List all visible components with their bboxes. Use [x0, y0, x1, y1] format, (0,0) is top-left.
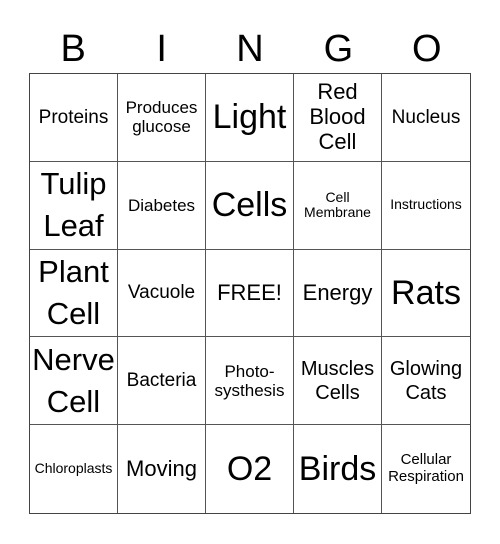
bingo-cell[interactable]: Muscles Cells: [294, 337, 382, 426]
header-letter-b: B: [60, 28, 86, 70]
bingo-cell[interactable]: Photo-systhesis: [206, 337, 294, 426]
bingo-cell[interactable]: Red Blood Cell: [294, 74, 382, 162]
header-letter-o: O: [412, 28, 442, 70]
header-letter-g: G: [323, 28, 354, 70]
bingo-cell[interactable]: Instructions: [382, 162, 470, 250]
bingo-cell[interactable]: Tulip Leaf: [30, 161, 118, 250]
bingo-cell[interactable]: Glowing Cats: [382, 337, 470, 426]
bingo-cell[interactable]: Bacteria: [118, 337, 206, 426]
bingo-cell[interactable]: Plant Cell: [30, 249, 118, 338]
bingo-cell[interactable]: Moving: [118, 425, 206, 513]
bingo-cell[interactable]: Cells: [206, 161, 294, 250]
header-letter-i: I: [156, 28, 167, 70]
free-space-cell[interactable]: FREE!: [206, 249, 294, 338]
bingo-cell[interactable]: Rats: [382, 250, 470, 338]
bingo-cell[interactable]: Produces glucose: [118, 74, 206, 162]
bingo-card: Proteins Produces glucose Light Red Bloo…: [29, 73, 471, 514]
bingo-cell[interactable]: Birds: [294, 425, 382, 513]
bingo-cell[interactable]: Vacuole: [118, 249, 206, 338]
bingo-cell[interactable]: Cell Membrane: [294, 161, 382, 250]
bingo-cell[interactable]: O2: [206, 425, 294, 513]
bingo-cell[interactable]: Light: [206, 74, 294, 162]
bingo-cell[interactable]: Energy: [294, 249, 382, 338]
bingo-cell[interactable]: Cellular Respiration: [382, 425, 470, 513]
bingo-cell[interactable]: Proteins: [30, 74, 118, 162]
bingo-header: B I N G O: [29, 26, 471, 72]
bingo-cell[interactable]: Nucleus: [382, 74, 470, 162]
header-letter-n: N: [236, 28, 264, 70]
bingo-cell[interactable]: Nerve Cell: [30, 337, 118, 426]
bingo-cell[interactable]: Chloroplasts: [30, 425, 118, 513]
bingo-cell[interactable]: Diabetes: [118, 161, 206, 250]
